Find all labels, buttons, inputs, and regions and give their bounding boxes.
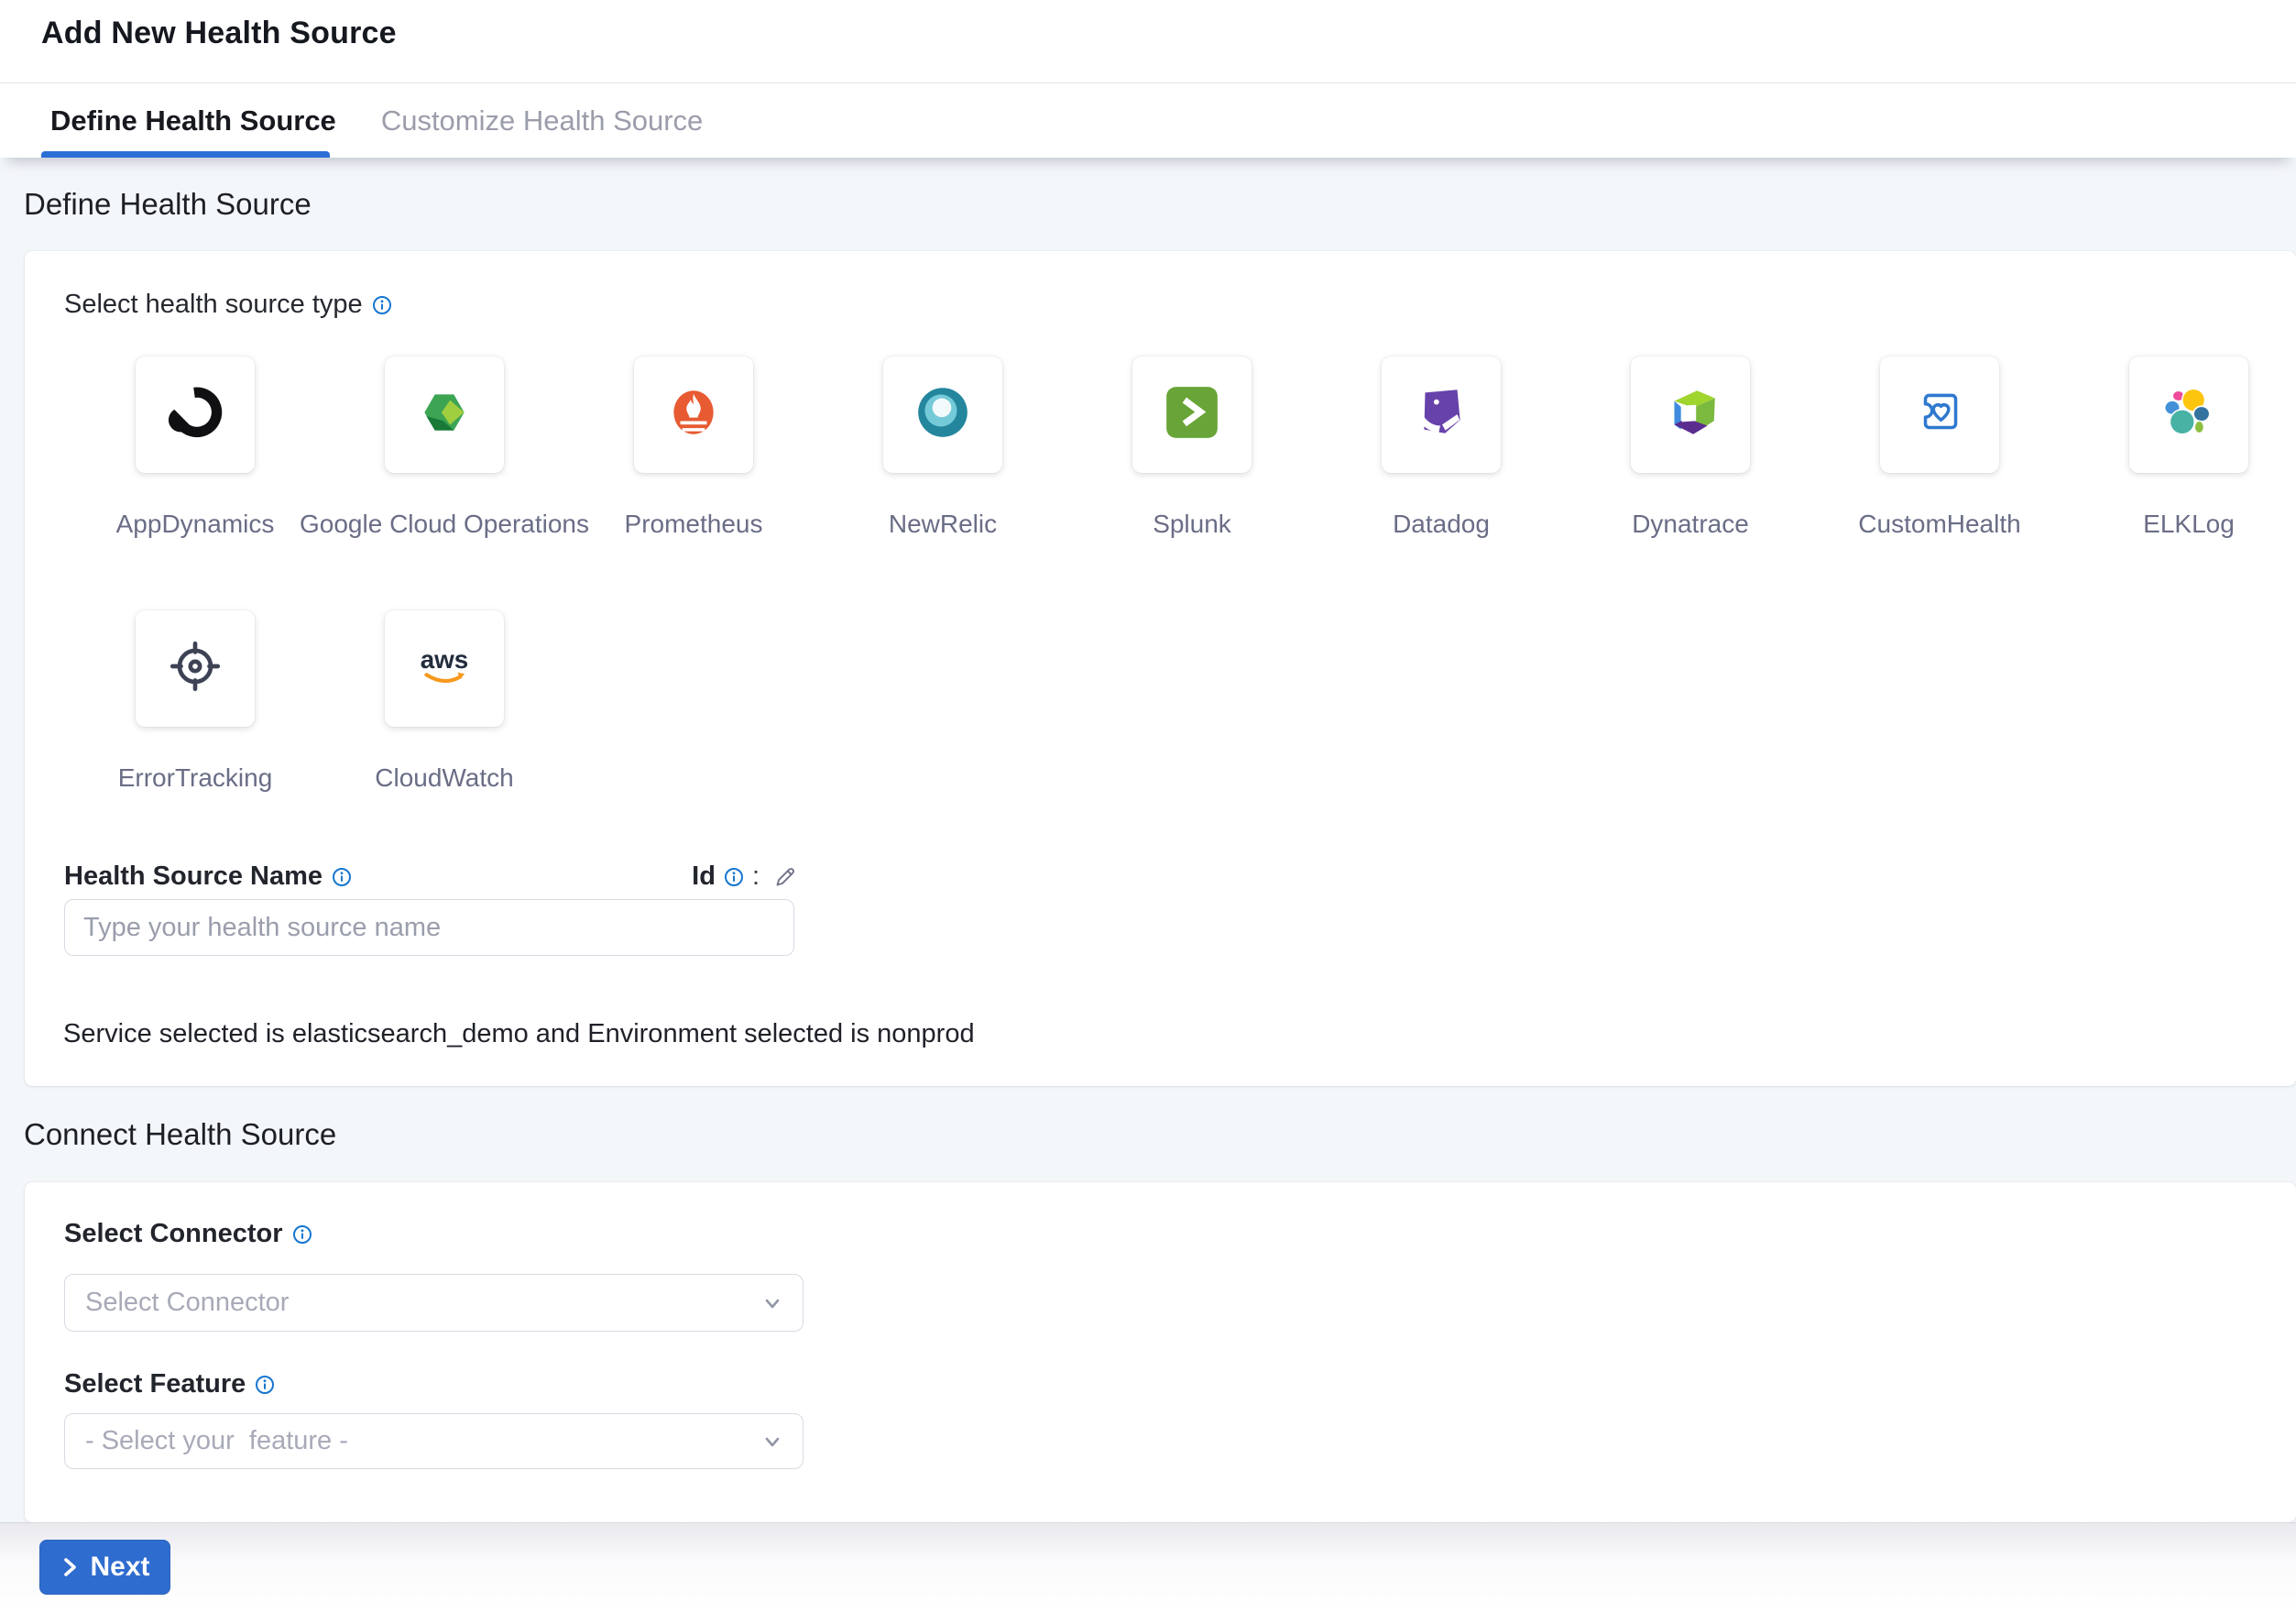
elklog-icon (2159, 382, 2219, 447)
health-source-name-input[interactable] (64, 899, 794, 956)
google-cloud-operations-icon (414, 382, 475, 447)
name-id-row: Health Source Name Id : (64, 861, 797, 892)
feature-select-placeholder: - Select your feature - (85, 1426, 762, 1456)
select-connector-label-row: Select Connector (64, 1219, 312, 1249)
chevron-down-icon (762, 1432, 782, 1452)
source-card-prometheus[interactable]: Prometheus (634, 357, 753, 473)
errortracking-icon (165, 636, 225, 701)
source-card-appdynamics[interactable]: AppDynamics (136, 357, 255, 473)
id-separator: : (752, 861, 760, 892)
source-card-label: CustomHealth (1858, 510, 2020, 539)
page-title: Add New Health Source (41, 16, 397, 51)
source-card-datadog[interactable]: Datadog (1382, 357, 1501, 473)
tab-define-health-source[interactable]: Define Health Source (50, 104, 336, 137)
source-card-cloudwatch[interactable]: awsCloudWatch (385, 610, 504, 727)
appdynamics-icon (165, 382, 225, 447)
select-feature-label: Select Feature (64, 1369, 246, 1399)
cloudwatch-icon: aws (414, 636, 475, 701)
source-card-label: Prometheus (625, 510, 763, 539)
page-header: Add New Health Source (0, 0, 2296, 82)
chevron-right-icon (60, 1557, 80, 1577)
health-source-type-grid: AppDynamics Google Cloud Operations Promet… (136, 357, 2261, 864)
info-icon[interactable] (372, 295, 392, 315)
prometheus-icon (663, 382, 724, 447)
splunk-icon (1162, 382, 1222, 447)
source-card-label: Datadog (1393, 510, 1490, 539)
dynatrace-icon (1660, 382, 1721, 447)
source-card-dynatrace[interactable]: Dynatrace (1631, 357, 1750, 473)
connect-section-heading: Connect Health Source (24, 1117, 336, 1152)
datadog-icon (1411, 382, 1471, 447)
source-card-google-cloud-operations[interactable]: Google Cloud Operations (385, 357, 504, 473)
select-type-label: Select health source type (64, 290, 363, 320)
source-card-label: ErrorTracking (118, 763, 273, 793)
customhealth-icon (1909, 382, 1970, 447)
source-card-newrelic[interactable]: NewRelic (883, 357, 1002, 473)
source-card-label: NewRelic (889, 510, 997, 539)
source-card-customhealth[interactable]: CustomHealth (1880, 357, 1999, 473)
next-button-label: Next (90, 1552, 149, 1583)
feature-select[interactable]: - Select your feature - (64, 1413, 804, 1469)
info-icon[interactable] (332, 867, 352, 887)
info-icon[interactable] (292, 1224, 312, 1245)
edit-id-pencil-icon[interactable] (773, 865, 797, 889)
source-card-label: CloudWatch (375, 763, 513, 793)
define-health-source-panel: Select health source type AppDynamics Goo… (25, 251, 2296, 1086)
svg-text:aws: aws (421, 645, 469, 674)
define-section-heading: Define Health Source (24, 187, 312, 222)
chevron-down-icon (762, 1293, 782, 1313)
source-card-label: Splunk (1153, 510, 1231, 539)
id-group: Id : (692, 861, 797, 892)
health-source-name-label: Health Source Name (64, 861, 323, 892)
next-button[interactable]: Next (39, 1540, 170, 1595)
select-feature-label-row: Select Feature (64, 1369, 275, 1399)
source-card-label: AppDynamics (116, 510, 275, 539)
source-card-splunk[interactable]: Splunk (1132, 357, 1252, 473)
tab-customize-health-source[interactable]: Customize Health Source (381, 104, 704, 137)
connect-health-source-panel: Select Connector Select Connector Select… (25, 1182, 2296, 1522)
source-card-elklog[interactable]: ELKLog (2129, 357, 2248, 473)
connector-select[interactable]: Select Connector (64, 1274, 804, 1332)
source-card-errortracking[interactable]: ErrorTracking (136, 610, 255, 727)
connector-select-placeholder: Select Connector (85, 1288, 762, 1318)
source-card-label: Google Cloud Operations (300, 510, 589, 539)
source-card-label: ELKLog (2143, 510, 2235, 539)
source-card-label: Dynatrace (1632, 510, 1749, 539)
select-type-label-row: Select health source type (64, 290, 392, 320)
wizard-footer: Next (0, 1522, 2296, 1613)
id-label: Id (692, 861, 716, 892)
newrelic-icon (913, 382, 973, 447)
health-source-name-label-row: Health Source Name (64, 861, 352, 892)
active-tab-underline (41, 151, 330, 158)
service-environment-note: Service selected is elasticsearch_demo a… (63, 1019, 975, 1049)
wizard-tabbar: Define Health Source Customize Health So… (0, 82, 2296, 158)
select-connector-label: Select Connector (64, 1219, 283, 1249)
info-icon[interactable] (724, 867, 744, 887)
add-health-source-page: Add New Health Source Define Health Sour… (0, 0, 2296, 1613)
info-icon[interactable] (255, 1375, 275, 1395)
